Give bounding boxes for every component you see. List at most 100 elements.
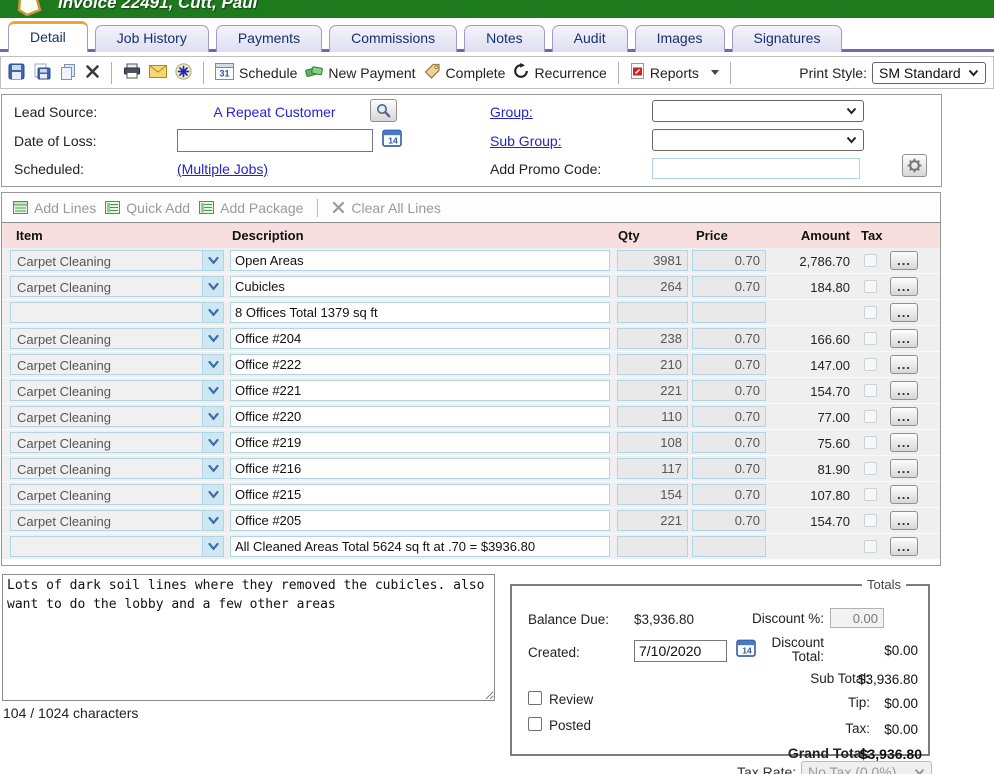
line-options-button[interactable]: ... — [890, 381, 918, 400]
price-input[interactable] — [692, 302, 766, 323]
line-options-button[interactable]: ... — [890, 277, 918, 296]
created-date-input[interactable] — [634, 640, 727, 662]
combo-dropdown-button[interactable] — [202, 537, 223, 556]
description-input[interactable] — [230, 250, 610, 271]
tab-detail[interactable]: Detail — [8, 21, 88, 52]
price-input[interactable] — [692, 510, 766, 531]
email-button[interactable] — [149, 65, 167, 81]
combo-dropdown-button[interactable] — [202, 407, 223, 426]
qty-input[interactable] — [617, 536, 688, 557]
tab-commissions[interactable]: Commissions — [329, 25, 457, 52]
description-input[interactable] — [230, 432, 610, 453]
combo-dropdown-button[interactable] — [202, 459, 223, 478]
line-options-button[interactable]: ... — [890, 251, 918, 270]
sub-group-link[interactable]: Sub Group: — [490, 133, 562, 149]
tab-notes[interactable]: Notes — [464, 25, 545, 52]
price-input[interactable] — [692, 276, 766, 297]
qty-input[interactable] — [617, 276, 688, 297]
combo-dropdown-button[interactable] — [202, 277, 223, 296]
new-payment-button[interactable]: New Payment — [305, 64, 415, 82]
description-input[interactable] — [230, 510, 610, 531]
reports-button[interactable]: Reports — [630, 63, 699, 82]
tab-images[interactable]: Images — [635, 25, 725, 52]
lead-source-link[interactable]: A Repeat Customer — [177, 104, 372, 120]
description-input[interactable] — [230, 302, 610, 323]
save-new-button[interactable] — [33, 63, 51, 83]
item-combo-select[interactable] — [10, 536, 224, 557]
tab-job-history[interactable]: Job History — [95, 25, 209, 52]
combo-dropdown-button[interactable] — [202, 303, 223, 322]
promo-code-input[interactable] — [652, 158, 860, 179]
line-options-button[interactable]: ... — [890, 433, 918, 452]
combo-dropdown-button[interactable] — [202, 355, 223, 374]
add-lines-button[interactable]: Add Lines — [13, 200, 96, 216]
item-combo-select[interactable]: Carpet Cleaning — [10, 484, 224, 505]
qty-input[interactable] — [617, 406, 688, 427]
qty-input[interactable] — [617, 302, 688, 323]
tab-audit[interactable]: Audit — [552, 25, 628, 52]
delete-button[interactable] — [85, 64, 100, 82]
item-combo-select[interactable]: Carpet Cleaning — [10, 354, 224, 375]
date-of-loss-calendar-icon[interactable]: 14 — [382, 128, 403, 152]
qty-input[interactable] — [617, 328, 688, 349]
qty-input[interactable] — [617, 380, 688, 401]
combo-dropdown-button[interactable] — [202, 485, 223, 504]
work-notes-textarea[interactable] — [2, 574, 495, 701]
price-input[interactable] — [692, 536, 766, 557]
sub-group-select[interactable] — [652, 129, 864, 151]
description-input[interactable] — [230, 484, 610, 505]
line-options-button[interactable]: ... — [890, 303, 918, 322]
add-package-button[interactable]: Add Package — [199, 200, 303, 216]
description-input[interactable] — [230, 276, 610, 297]
qty-input[interactable] — [617, 432, 688, 453]
description-input[interactable] — [230, 406, 610, 427]
item-combo-select[interactable]: Carpet Cleaning — [10, 250, 224, 271]
price-input[interactable] — [692, 484, 766, 505]
line-options-button[interactable]: ... — [890, 407, 918, 426]
line-options-button[interactable]: ... — [890, 511, 918, 530]
qty-input[interactable] — [617, 510, 688, 531]
qty-input[interactable] — [617, 354, 688, 375]
complete-button[interactable]: Complete — [424, 63, 506, 82]
price-input[interactable] — [692, 432, 766, 453]
schedule-button[interactable]: 31 Schedule — [215, 63, 297, 83]
copy-button[interactable] — [59, 63, 77, 83]
web-publish-button[interactable] — [175, 63, 192, 83]
price-input[interactable] — [692, 406, 766, 427]
price-input[interactable] — [692, 328, 766, 349]
description-input[interactable] — [230, 354, 610, 375]
qty-input[interactable] — [617, 250, 688, 271]
review-checkbox[interactable] — [528, 691, 542, 705]
line-options-button[interactable]: ... — [890, 329, 918, 348]
quick-add-button[interactable]: Quick Add — [105, 200, 190, 216]
item-combo-select[interactable]: Carpet Cleaning — [10, 276, 224, 297]
tab-payments[interactable]: Payments — [216, 25, 322, 52]
combo-dropdown-button[interactable] — [202, 329, 223, 348]
item-combo-select[interactable]: Carpet Cleaning — [10, 458, 224, 479]
item-combo-select[interactable]: Carpet Cleaning — [10, 380, 224, 401]
multiple-jobs-link[interactable]: (Multiple Jobs) — [177, 161, 268, 177]
combo-dropdown-button[interactable] — [202, 433, 223, 452]
item-combo-select[interactable]: Carpet Cleaning — [10, 328, 224, 349]
item-combo-select[interactable]: Carpet Cleaning — [10, 432, 224, 453]
price-input[interactable] — [692, 354, 766, 375]
price-input[interactable] — [692, 250, 766, 271]
line-options-button[interactable]: ... — [890, 485, 918, 504]
group-select[interactable] — [652, 100, 864, 122]
group-link[interactable]: Group: — [490, 104, 533, 120]
description-input[interactable] — [230, 328, 610, 349]
description-input[interactable] — [230, 536, 610, 557]
line-options-button[interactable]: ... — [890, 459, 918, 478]
tab-signatures[interactable]: Signatures — [732, 25, 843, 52]
lead-source-search-button[interactable] — [370, 99, 397, 122]
combo-dropdown-button[interactable] — [202, 381, 223, 400]
date-of-loss-input[interactable] — [177, 129, 373, 152]
save-button[interactable] — [8, 63, 25, 83]
qty-input[interactable] — [617, 484, 688, 505]
item-combo-select[interactable] — [10, 302, 224, 323]
qty-input[interactable] — [617, 458, 688, 479]
combo-dropdown-button[interactable] — [202, 511, 223, 530]
description-input[interactable] — [230, 458, 610, 479]
posted-checkbox[interactable] — [528, 717, 542, 731]
print-button[interactable] — [123, 63, 141, 82]
